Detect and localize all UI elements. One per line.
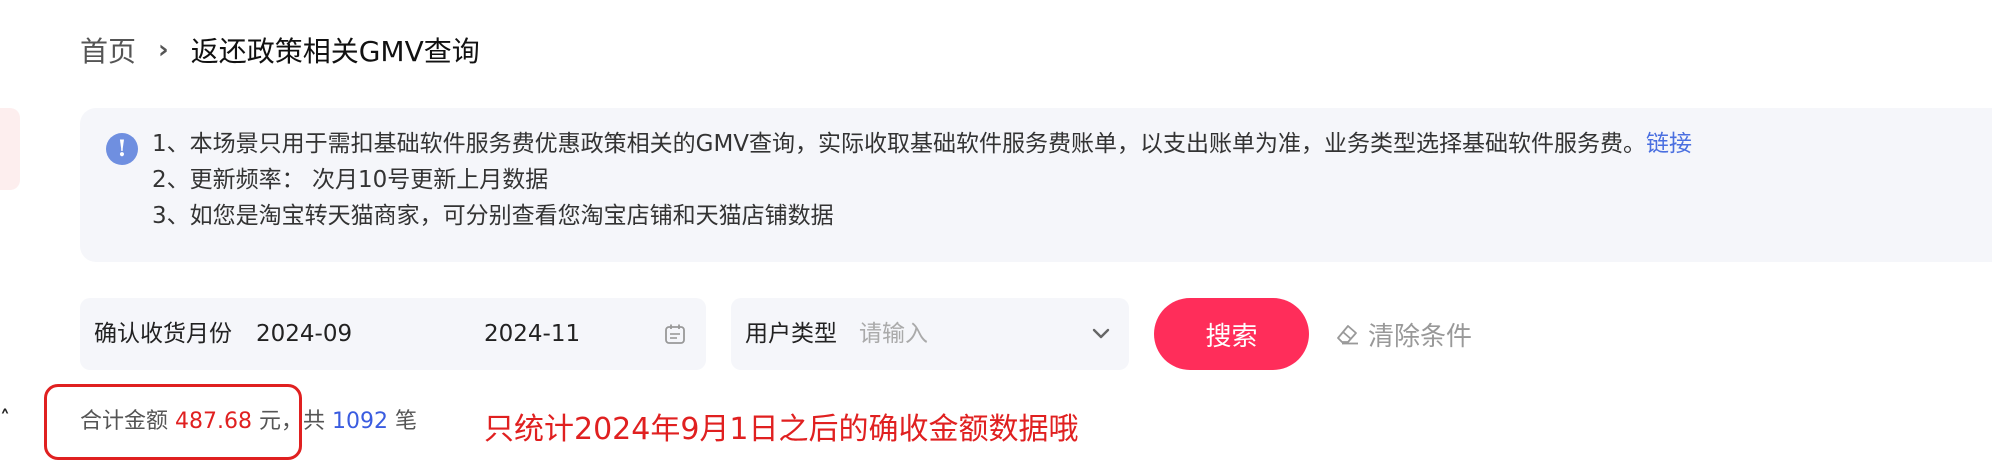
summary-count-prefix: ，共 <box>281 409 326 434</box>
summary-total: 合计金额 487.68 元，共 1092 笔 <box>80 404 417 440</box>
summary-amount: 487.68 <box>175 409 252 434</box>
page: 首页 › 返还政策相关GMV查询 ! 1、本场景只用于需扣基础软件服务费优惠政策… <box>0 0 1992 476</box>
annotation-note: 只统计2024年9月1日之后的确收金额数据哦 <box>484 412 1079 447</box>
breadcrumb: 首页 › 返还政策相关GMV查询 <box>80 28 480 72</box>
summary-unit: 元 <box>259 409 282 434</box>
notice-line-1: 1、本场景只用于需扣基础软件服务费优惠政策相关的GMV查询，实际收取基础软件服务… <box>152 126 1692 162</box>
info-icon: ! <box>106 133 138 165</box>
search-button[interactable]: 搜索 <box>1154 298 1309 370</box>
left-panel-edge <box>0 108 20 190</box>
clear-filters-button[interactable]: 清除条件 <box>1334 298 1472 370</box>
page-title: 返还政策相关GMV查询 <box>190 35 480 68</box>
user-type-placeholder[interactable]: 请输入 <box>859 298 928 370</box>
chevron-down-icon[interactable] <box>1091 326 1111 342</box>
notice-line-3: 3、如您是淘宝转天猫商家，可分别查看您淘宝店铺和天猫店铺数据 <box>152 203 834 229</box>
notice-link[interactable]: 链接 <box>1646 131 1692 157</box>
collapse-toggle-icon[interactable]: ˄ <box>0 408 18 428</box>
notice-text: 1、本场景只用于需扣基础软件服务费优惠政策相关的GMV查询，实际收取基础软件服务… <box>152 126 1692 234</box>
user-type-label: 用户类型 <box>745 321 837 347</box>
date-range-picker[interactable]: 确认收货月份 2024-09 2024-11 <box>80 298 706 370</box>
eraser-icon <box>1337 325 1358 345</box>
date-start-input[interactable]: 2024-09 <box>256 298 352 370</box>
breadcrumb-home[interactable]: 首页 <box>80 30 136 70</box>
notice-line-2: 2、更新频率： 次月10号更新上月数据 <box>152 167 549 193</box>
summary-count-unit: 笔 <box>395 409 418 434</box>
date-range-label: 确认收货月份 <box>94 321 232 347</box>
summary-prefix: 合计金额 <box>80 409 169 434</box>
user-type-select[interactable]: 用户类型 请输入 <box>731 298 1129 370</box>
calendar-icon[interactable] <box>664 323 686 345</box>
breadcrumb-separator-icon: › <box>158 35 169 65</box>
summary-count: 1092 <box>332 409 389 434</box>
notice-panel: ! 1、本场景只用于需扣基础软件服务费优惠政策相关的GMV查询，实际收取基础软件… <box>80 108 1992 262</box>
notice-line-1-text: 1、本场景只用于需扣基础软件服务费优惠政策相关的GMV查询，实际收取基础软件服务… <box>152 131 1647 157</box>
date-end-input[interactable]: 2024-11 <box>484 298 580 370</box>
clear-filters-label: 清除条件 <box>1368 321 1473 352</box>
